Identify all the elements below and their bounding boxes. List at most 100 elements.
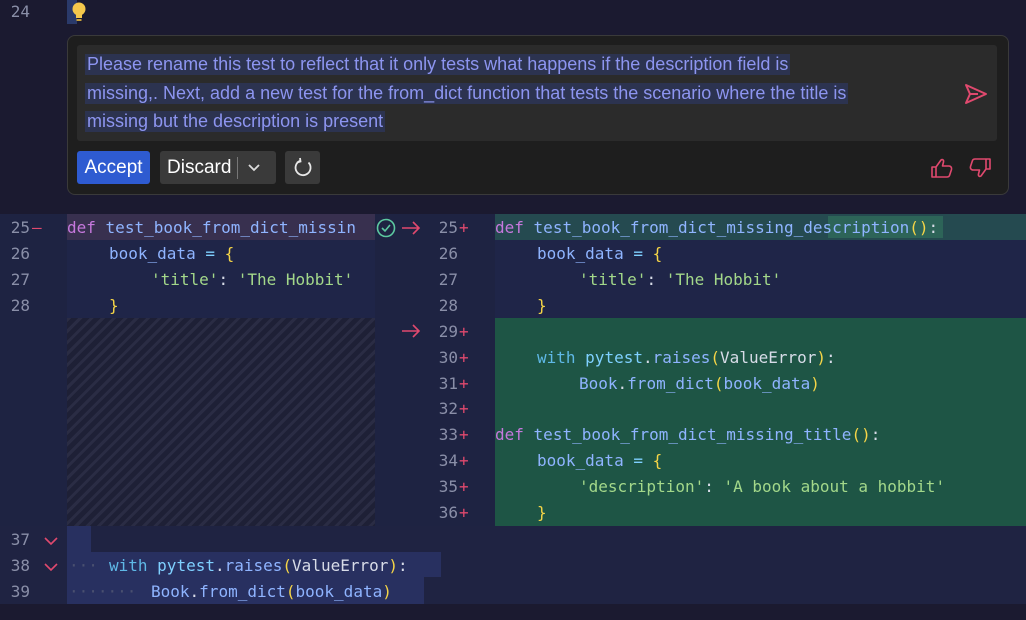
refresh-icon (292, 157, 314, 179)
chevron-down-icon[interactable] (246, 162, 262, 174)
colon: : (704, 477, 714, 496)
paren: ) (382, 582, 392, 601)
module: pytest (585, 348, 643, 367)
regenerate-button[interactable] (285, 151, 320, 184)
left-line-number: 25 (10, 218, 30, 237)
arrow-right-icon[interactable] (400, 322, 422, 344)
right-code-line-35: 'description': 'A book about a hobbit' (579, 477, 945, 496)
right-code-line-28: } (537, 296, 547, 315)
right-line-number: 29 (438, 322, 458, 341)
paren: ) (810, 374, 820, 393)
right-code-line-27: 'title': 'The Hobbit' (579, 270, 781, 289)
class-name: ValueError (720, 348, 817, 367)
left-code-line-28: } (109, 296, 119, 315)
indent-dots: ······· (69, 582, 137, 601)
keyword-def: def (495, 425, 524, 444)
function-name: test_book_from_dict_missing_title (533, 425, 852, 444)
added-marker: + (459, 477, 469, 496)
left-line-number: 28 (10, 296, 30, 315)
variable: book_data (109, 244, 196, 263)
bottom-line-number: 37 (10, 530, 30, 549)
string-key: 'description' (579, 477, 705, 496)
added-marker: + (459, 348, 469, 367)
dot: . (642, 348, 653, 367)
keyword-with: with (537, 348, 576, 367)
added-marker: + (459, 218, 469, 237)
chevron-down-icon[interactable] (43, 532, 59, 551)
bottom-footer-bg (0, 604, 1026, 620)
right-code-line-25: def test_book_from_dict_missing_descript… (495, 218, 938, 237)
brace: { (652, 451, 663, 470)
thumbs-down-icon[interactable] (968, 157, 992, 183)
class-ref: Book (579, 374, 618, 393)
function-call: raises (224, 556, 283, 575)
send-icon[interactable] (963, 82, 989, 110)
left-code-line-27: 'title': 'The Hobbit' (151, 270, 353, 289)
left-code-line-26: book_data = { (109, 244, 234, 263)
paren: ( (285, 582, 296, 601)
right-line-number: 32 (438, 399, 458, 418)
accept-button[interactable]: Accept (77, 151, 150, 184)
colon: : (646, 270, 657, 289)
function-name: test_book_from_dict_missing_description (533, 218, 910, 237)
right-line-number: 26 (438, 244, 458, 263)
paren: ) (388, 556, 399, 575)
colon: : (928, 218, 939, 237)
function-call: from_dict (627, 374, 714, 393)
operator: = (633, 451, 643, 470)
discard-label: Discard (167, 156, 232, 178)
paren: ( (713, 374, 724, 393)
dot: . (214, 556, 225, 575)
right-line-number: 28 (438, 296, 458, 315)
added-marker: + (459, 399, 469, 418)
variable: book_data (723, 374, 811, 393)
string-value: 'A book about a hobbit' (723, 477, 946, 496)
brace: } (109, 296, 119, 315)
prompt-text-line-2: missing,. Next, add a new test for the f… (85, 83, 849, 104)
added-marker: + (459, 451, 469, 470)
function-name: test_book_from_dict_missin (105, 218, 356, 237)
string-key: 'title' (579, 270, 647, 289)
bottom-line-number: 38 (10, 556, 30, 575)
right-line-number: 34 (438, 451, 458, 470)
right-line-number: 31 (438, 374, 458, 393)
deleted-marker: — (32, 218, 42, 237)
colon: : (826, 348, 836, 367)
right-line-number: 27 (438, 270, 458, 289)
right-line-number: 30 (438, 348, 458, 367)
added-marker: + (459, 322, 469, 341)
parens: () (909, 218, 929, 237)
indent-dots: ··· (69, 556, 98, 575)
brace: { (224, 244, 235, 263)
parens: () (851, 425, 871, 444)
variable: book_data (537, 244, 624, 263)
left-line-number: 27 (10, 270, 30, 289)
keyword-def: def (67, 218, 96, 237)
chevron-down-icon[interactable] (43, 558, 59, 577)
keyword-with: with (109, 556, 148, 575)
variable: book_data (537, 451, 624, 470)
discard-button[interactable]: Discard (160, 151, 276, 184)
thumbs-up-icon[interactable] (930, 157, 954, 183)
lightbulb-icon[interactable] (70, 1, 88, 27)
paren: ( (710, 348, 721, 367)
colon: : (218, 270, 229, 289)
right-code-line-34: book_data = { (537, 451, 662, 470)
prompt-text-line-1: Please rename this test to reflect that … (85, 54, 791, 75)
brace: } (537, 503, 547, 522)
right-line-number: 35 (438, 477, 458, 496)
variable: book_data (295, 582, 383, 601)
left-filler-hatched (67, 318, 375, 526)
right-code-line-31: Book.from_dict(book_data) (579, 374, 820, 393)
class-name: ValueError (292, 556, 389, 575)
module: pytest (157, 556, 215, 575)
line-number-24: 24 (10, 2, 30, 21)
check-circle-icon[interactable] (376, 218, 396, 242)
operator: = (633, 244, 643, 263)
arrow-right-icon[interactable] (400, 219, 422, 241)
string-value: 'The Hobbit' (237, 270, 354, 289)
function-call: from_dict (199, 582, 286, 601)
right-code-line-26: book_data = { (537, 244, 662, 263)
left-line-number: 26 (10, 244, 30, 263)
brace: } (537, 296, 547, 315)
